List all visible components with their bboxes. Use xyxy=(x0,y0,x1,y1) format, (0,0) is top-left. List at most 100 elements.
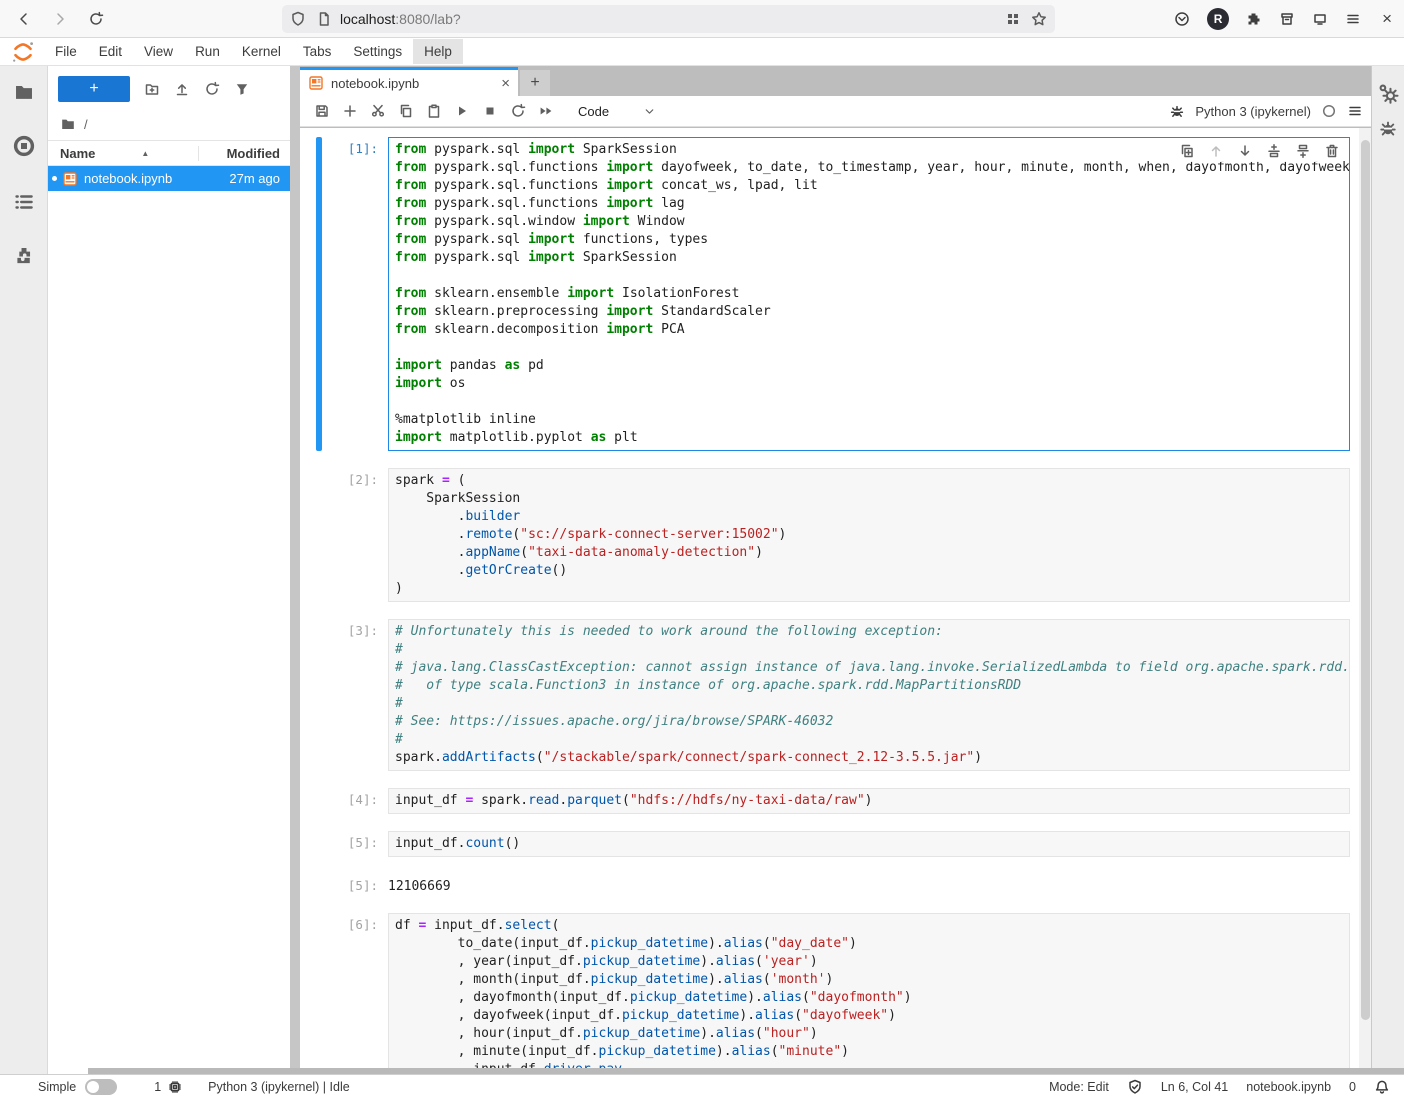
shield-icon[interactable] xyxy=(290,11,306,27)
running-kernels-icon[interactable] xyxy=(0,124,48,168)
new-folder-icon[interactable] xyxy=(144,81,160,97)
right-activity-bar xyxy=(1371,66,1404,1074)
page-icon xyxy=(316,11,332,27)
menu-run[interactable]: Run xyxy=(184,39,231,64)
tab-close-icon[interactable]: × xyxy=(501,75,510,92)
bookmark-star-icon[interactable] xyxy=(1031,11,1047,27)
kernel-status-text[interactable]: Python 3 (ipykernel) | Idle xyxy=(208,1080,350,1094)
file-row-selected[interactable]: notebook.ipynb 27m ago xyxy=(48,166,290,191)
insert-cell-below-icon[interactable] xyxy=(1294,142,1312,160)
home-folder-icon[interactable] xyxy=(60,116,76,132)
refresh-icon[interactable] xyxy=(204,81,220,97)
input-prompt: [1]: xyxy=(322,137,388,451)
library-icon[interactable] xyxy=(1279,11,1295,27)
reload-icon[interactable] xyxy=(82,5,110,33)
column-header-modified[interactable]: Modified xyxy=(198,146,290,161)
kernel-count[interactable]: 1 xyxy=(154,1080,161,1094)
jupyter-menubar: FileEditViewRunKernelTabsSettingsHelp xyxy=(0,38,1404,66)
cursor-position[interactable]: Ln 6, Col 41 xyxy=(1161,1080,1228,1094)
input-prompt: [5]: xyxy=(322,831,388,857)
menu-edit[interactable]: Edit xyxy=(88,39,133,64)
status-bar: Simple 1 Python 3 (ipykernel) | Idle Mod… xyxy=(0,1074,1404,1099)
shield-check-icon xyxy=(1127,1079,1143,1095)
cell-type-dropdown[interactable]: Code xyxy=(578,104,656,119)
code-cell: [4]:input_df = spark.read.parquet("hdfs:… xyxy=(300,788,1359,814)
browser-menu-icon[interactable] xyxy=(1345,11,1361,27)
filter-icon[interactable] xyxy=(234,81,250,97)
code-cell: [3]:# Unfortunately this is needed to wo… xyxy=(300,619,1359,771)
notebook-menu-icon[interactable] xyxy=(1347,103,1363,119)
run-cell-button[interactable] xyxy=(448,98,476,124)
window-close-icon[interactable]: × xyxy=(1378,9,1396,29)
new-launcher-button[interactable]: + xyxy=(58,76,130,102)
cut-cell-button[interactable] xyxy=(364,98,392,124)
cell-editor[interactable]: input_df = spark.read.parquet("hdfs://hd… xyxy=(388,788,1350,814)
extensions-icon[interactable] xyxy=(1246,11,1262,27)
cell-editor[interactable]: # Unfortunately this is needed to work a… xyxy=(388,619,1350,771)
input-prompt: [2]: xyxy=(322,468,388,602)
file-browser-icon[interactable] xyxy=(0,70,48,114)
cell-editor[interactable]: from pyspark.sql import SparkSessionfrom… xyxy=(388,137,1350,451)
notification-count[interactable]: 0 xyxy=(1349,1080,1356,1094)
restart-run-all-button[interactable] xyxy=(532,98,560,124)
profile-avatar[interactable]: R xyxy=(1207,8,1229,30)
code-cell: [6]:df = input_df.select( to_date(input_… xyxy=(300,913,1359,1074)
copy-cell-button[interactable] xyxy=(392,98,420,124)
mode-indicator[interactable]: Mode: Edit xyxy=(1049,1080,1109,1094)
interrupt-kernel-button[interactable] xyxy=(476,98,504,124)
back-icon[interactable] xyxy=(10,5,38,33)
notebook-cells: [1]:from pyspark.sql import SparkSession… xyxy=(300,128,1359,1074)
notebook-toolbar: Code Python 3 (ipykernel) xyxy=(300,96,1371,127)
simple-mode-label: Simple xyxy=(38,1080,76,1094)
grid-icon[interactable] xyxy=(1005,11,1021,27)
paste-cell-button[interactable] xyxy=(420,98,448,124)
input-prompt: [4]: xyxy=(322,788,388,814)
table-of-contents-icon[interactable] xyxy=(0,180,48,224)
property-inspector-icon[interactable] xyxy=(1377,82,1399,104)
bell-icon[interactable] xyxy=(1374,1079,1390,1095)
chip-icon xyxy=(167,1079,183,1095)
tab-title[interactable]: notebook.ipynb xyxy=(331,76,419,91)
menu-tabs[interactable]: Tabs xyxy=(292,39,343,64)
duplicate-cell-icon[interactable] xyxy=(1178,142,1196,160)
kernel-status-circle-icon xyxy=(1321,103,1337,119)
display-icon[interactable] xyxy=(1312,11,1328,27)
kernel-name[interactable]: Python 3 (ipykernel) xyxy=(1195,104,1311,119)
menu-view[interactable]: View xyxy=(133,39,184,64)
move-cell-up-icon[interactable] xyxy=(1207,142,1225,160)
column-header-name[interactable]: Name ▲ xyxy=(48,146,198,161)
delete-cell-icon[interactable] xyxy=(1323,142,1341,160)
cell-editor[interactable]: spark = ( SparkSession .builder .remote(… xyxy=(388,468,1350,602)
breadcrumb[interactable]: / xyxy=(48,110,290,140)
upload-icon[interactable] xyxy=(174,81,190,97)
cell-editor[interactable]: df = input_df.select( to_date(input_df.p… xyxy=(388,913,1350,1074)
debugger-panel-icon[interactable] xyxy=(1378,118,1398,138)
cell-editor[interactable]: input_df.count() xyxy=(388,831,1350,857)
simple-mode-toggle[interactable] xyxy=(85,1079,117,1095)
notebook-scrollbar[interactable] xyxy=(1359,128,1371,1074)
code-cell: [5]:input_df.count() xyxy=(300,831,1359,857)
tab-notebook[interactable]: notebook.ipynb × xyxy=(300,67,518,96)
url-text[interactable]: localhost:8080/lab? xyxy=(340,11,1005,27)
restart-kernel-button[interactable] xyxy=(504,98,532,124)
add-cell-button[interactable] xyxy=(336,98,364,124)
file-name[interactable]: notebook.ipynb xyxy=(84,171,229,186)
url-bar[interactable]: localhost:8080/lab? xyxy=(282,5,1055,33)
insert-cell-above-icon[interactable] xyxy=(1265,142,1283,160)
pocket-icon[interactable] xyxy=(1174,11,1190,27)
save-button[interactable] xyxy=(308,98,336,124)
menu-kernel[interactable]: Kernel xyxy=(231,39,292,64)
debugger-bug-icon[interactable] xyxy=(1169,103,1185,119)
menu-settings[interactable]: Settings xyxy=(342,39,413,64)
forward-icon[interactable] xyxy=(46,5,74,33)
move-cell-down-icon[interactable] xyxy=(1236,142,1254,160)
extension-manager-icon[interactable] xyxy=(0,234,48,278)
browser-toolbar: localhost:8080/lab? R × xyxy=(0,0,1404,38)
scrollbar-thumb[interactable] xyxy=(1361,140,1370,1020)
new-tab-button[interactable]: + xyxy=(520,70,550,96)
menu-file[interactable]: File xyxy=(44,39,88,64)
running-indicator-dot xyxy=(52,176,57,181)
menu-help[interactable]: Help xyxy=(413,39,463,64)
output-prompt: [5]: xyxy=(322,874,388,896)
dock-panel: notebook.ipynb × + Code Python 3 (ipyker… xyxy=(300,66,1371,1074)
